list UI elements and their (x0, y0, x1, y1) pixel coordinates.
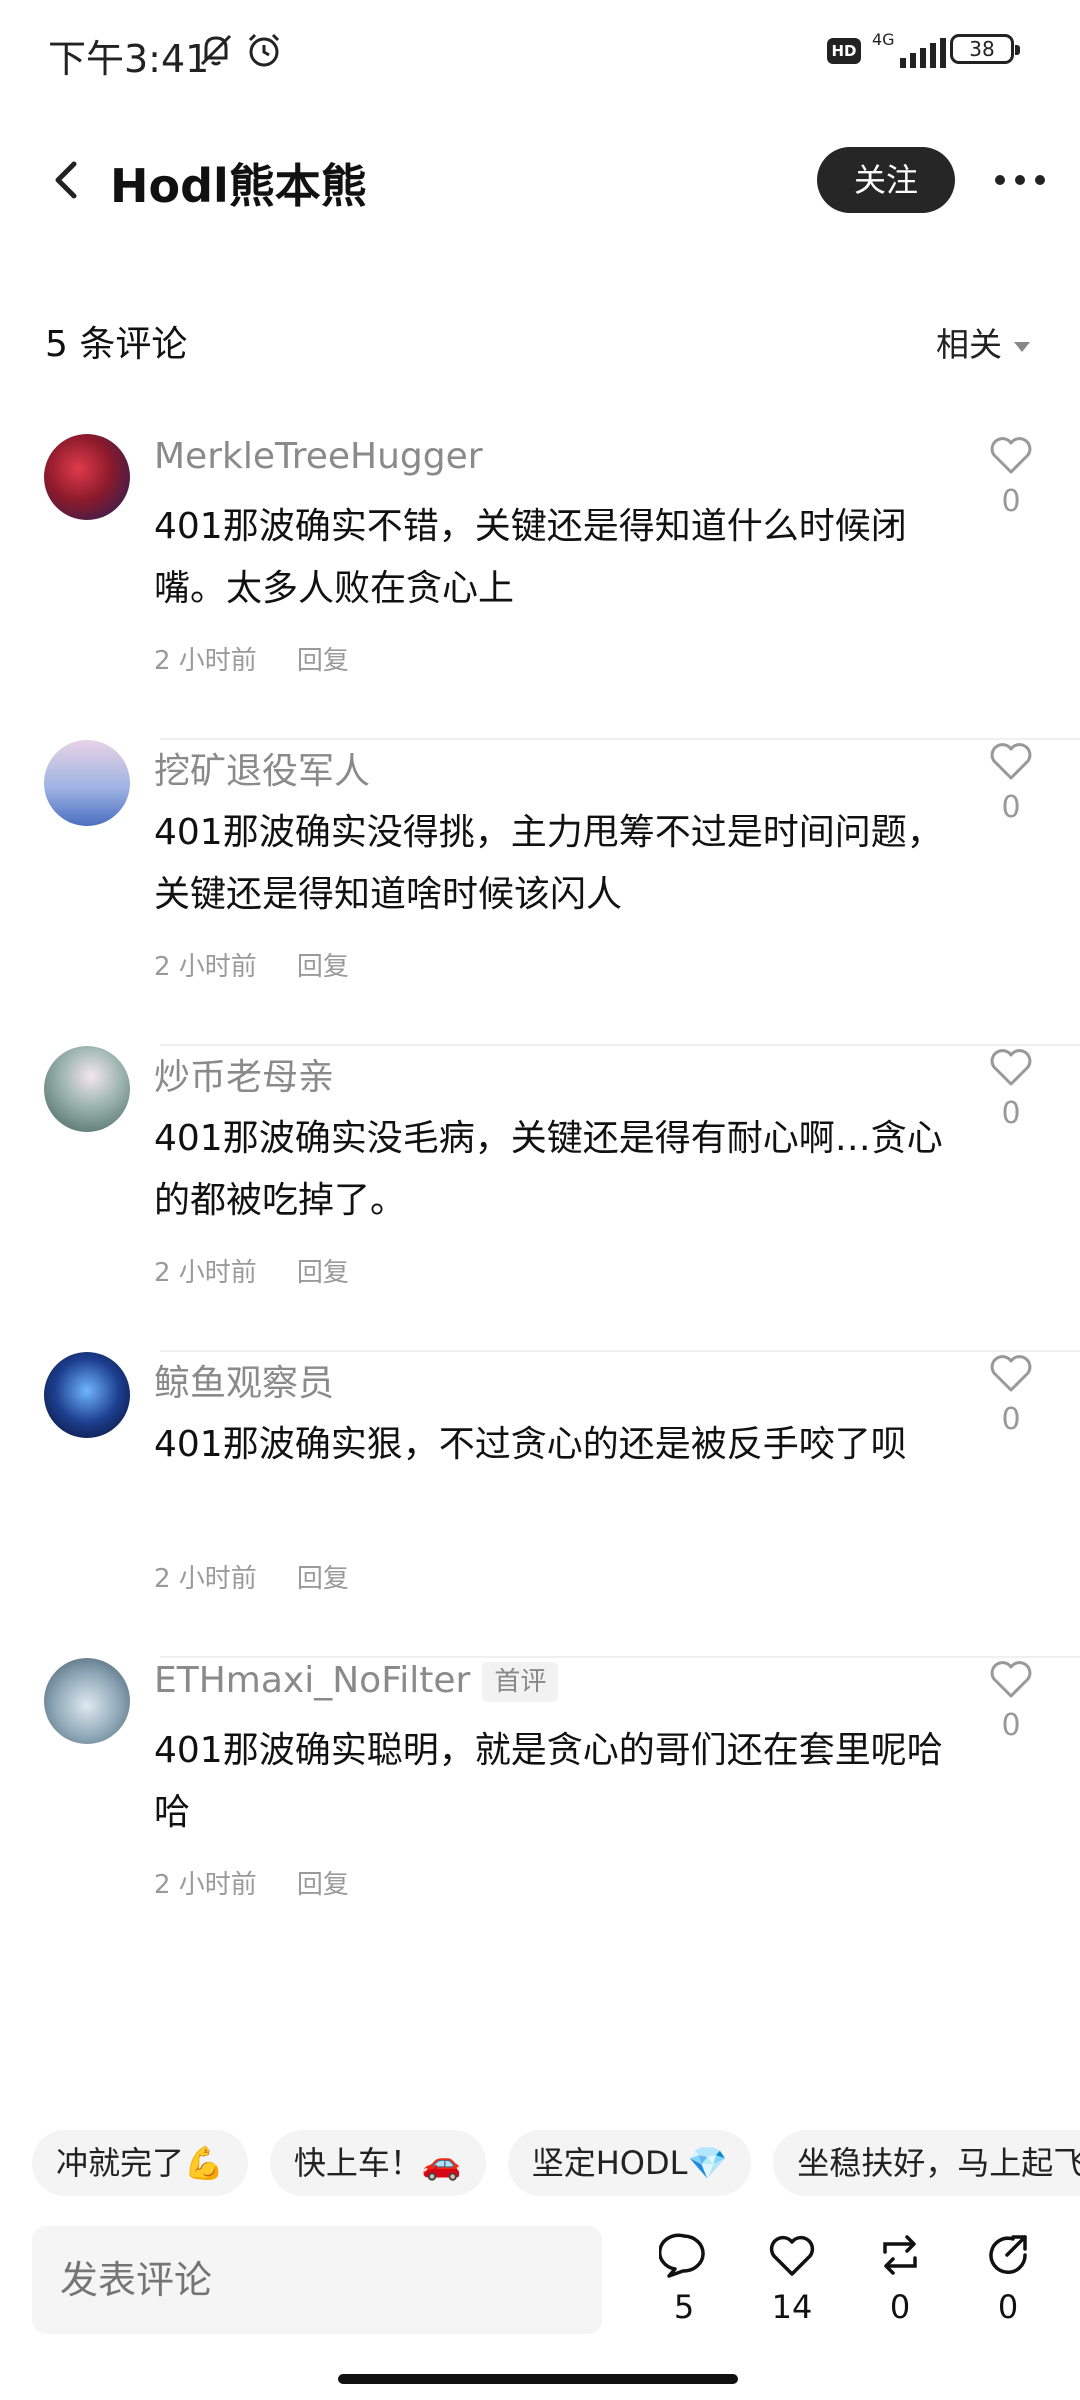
comment-meta: 2 小时前 回复 (154, 640, 389, 677)
sort-dropdown[interactable]: 相关 (936, 318, 1030, 366)
battery-indicator: 38 (950, 34, 1020, 64)
comment-username[interactable]: MerkleTreeHugger (154, 436, 483, 477)
sort-label: 相关 (936, 325, 1002, 364)
comment-item: 炒币老母亲 401那波确实没毛病，关键还是得有耐心啊…贪心的都被吃掉了。 2 小… (0, 1046, 1080, 1352)
comment-text: 401那波确实不错，关键还是得知道什么时候闭嘴。太多人败在贪心上 (154, 506, 907, 609)
comment-username[interactable]: ETHmaxi_NoFilter 首评 (154, 1660, 559, 1702)
signal-icon (900, 38, 946, 68)
caret-down-icon (1014, 341, 1030, 352)
comment-time: 2 小时前 (154, 1870, 257, 1900)
home-indicator[interactable] (338, 2374, 738, 2384)
heart-icon (990, 1661, 1032, 1698)
more-dots-icon[interactable] (990, 160, 1050, 200)
comment-time: 2 小时前 (154, 952, 257, 982)
reply-button[interactable]: 回复 (297, 646, 349, 676)
like-button[interactable]: 0 (988, 740, 1034, 825)
comment-item: 鲸鱼观察员 401那波确实狠，不过贪心的还是被反手咬了呗 2 小时前 回复 0 (0, 1352, 1080, 1658)
comment-text: 401那波确实聪明，就是贪心的哥们还在套里呢哈哈 (154, 1730, 943, 1833)
comment-text: 401那波确实没毛病，关键还是得有耐心啊…贪心的都被吃掉了。 (154, 1118, 943, 1221)
like-button[interactable]: 0 (988, 1658, 1034, 1743)
share-action[interactable]: 0 (968, 2230, 1048, 2326)
comment-meta: 2 小时前 回复 (154, 1864, 389, 1901)
bell-muted-icon (200, 34, 232, 66)
page-title: Hodl熊本熊 (110, 159, 367, 213)
comment-meta: 2 小时前 回复 (154, 946, 389, 983)
reply-button[interactable]: 回复 (297, 1258, 349, 1288)
repost-count: 0 (889, 2288, 911, 2326)
reply-button[interactable]: 回复 (297, 1564, 349, 1594)
comment-text: 401那波确实没得挑，主力甩筹不过是时间问题，关键还是得知道啥时候该闪人 (154, 812, 943, 915)
heart-icon (990, 437, 1032, 474)
comment-input[interactable] (32, 2226, 602, 2334)
first-comment-badge: 首评 (482, 1662, 559, 1702)
like-count: 0 (1001, 790, 1021, 825)
avatar[interactable] (44, 1658, 130, 1744)
alarm-icon (248, 33, 280, 67)
quick-reply-bar: 冲就完了💪 快上车！🚗 坚定HODL💎 坐稳扶好，马上起飞 (32, 2130, 1080, 2196)
comment-action[interactable]: 5 (644, 2230, 724, 2326)
avatar[interactable] (44, 1352, 130, 1438)
like-count-total: 14 (771, 2288, 813, 2326)
status-bar: 下午3:41 HD 4G 38 (0, 0, 1080, 100)
avatar[interactable] (44, 434, 130, 520)
like-button[interactable]: 0 (988, 434, 1034, 519)
comment-time: 2 小时前 (154, 1564, 257, 1594)
top-bar: Hodl熊本熊 关注 (0, 130, 1080, 230)
comment-input-box[interactable] (32, 2226, 602, 2334)
follow-button[interactable]: 关注 (817, 147, 955, 213)
heart-icon (769, 2235, 815, 2276)
reply-button[interactable]: 回复 (297, 952, 349, 982)
like-action[interactable]: 14 (752, 2230, 832, 2326)
heart-icon (990, 1355, 1032, 1392)
comment-time: 2 小时前 (154, 646, 257, 676)
repost-icon (883, 2235, 917, 2275)
like-count: 0 (1001, 484, 1021, 519)
comment-bubble-icon (657, 2233, 705, 2278)
comment-time: 2 小时前 (154, 1258, 257, 1288)
avatar[interactable] (44, 1046, 130, 1132)
like-button[interactable]: 0 (988, 1046, 1034, 1131)
avatar[interactable] (44, 740, 130, 826)
repost-action[interactable]: 0 (860, 2230, 940, 2326)
comment-username[interactable]: 鲸鱼观察员 (154, 1354, 334, 1406)
hd-badge: HD (827, 38, 861, 64)
heart-icon (990, 743, 1032, 780)
quick-reply-chip[interactable]: 坚定HODL💎 (507, 2130, 752, 2196)
status-time: 下午3:41 (48, 37, 210, 81)
comment-meta: 2 小时前 回复 (154, 1558, 389, 1595)
comment-username[interactable]: 挖矿退役军人 (154, 742, 370, 794)
comment-username-text: ETHmaxi_NoFilter (154, 1660, 471, 1701)
share-count: 0 (997, 2288, 1019, 2326)
quick-reply-chip[interactable]: 坐稳扶好，马上起飞 (773, 2130, 1080, 2196)
comment-count: 5 (673, 2288, 695, 2326)
comment-item: ETHmaxi_NoFilter 首评 401那波确实聪明，就是贪心的哥们还在套里… (0, 1658, 1080, 1964)
share-icon (989, 2235, 1027, 2274)
like-count: 0 (1001, 1402, 1021, 1437)
comment-username[interactable]: 炒币老母亲 (154, 1048, 334, 1100)
comment-text: 401那波确实狠，不过贪心的还是被反手咬了呗 (154, 1424, 907, 1465)
network-label: 4G (872, 30, 895, 49)
comment-meta: 2 小时前 回复 (154, 1252, 389, 1289)
quick-reply-chip[interactable]: 快上车！🚗 (269, 2130, 486, 2196)
comment-item: 挖矿退役军人 401那波确实没得挑，主力甩筹不过是时间问题，关键还是得知道啥时候… (0, 740, 1080, 1046)
reply-button[interactable]: 回复 (297, 1870, 349, 1900)
like-count: 0 (1001, 1708, 1021, 1743)
like-button[interactable]: 0 (988, 1352, 1034, 1437)
heart-icon (990, 1049, 1032, 1086)
comment-item: MerkleTreeHugger 401那波确实不错，关键还是得知道什么时候闭嘴… (0, 434, 1080, 740)
chevron-left-icon[interactable] (42, 154, 94, 206)
like-count: 0 (1001, 1096, 1021, 1131)
comment-count-label: 5 条评论 (45, 324, 188, 365)
quick-reply-chip[interactable]: 冲就完了💪 (32, 2130, 248, 2196)
